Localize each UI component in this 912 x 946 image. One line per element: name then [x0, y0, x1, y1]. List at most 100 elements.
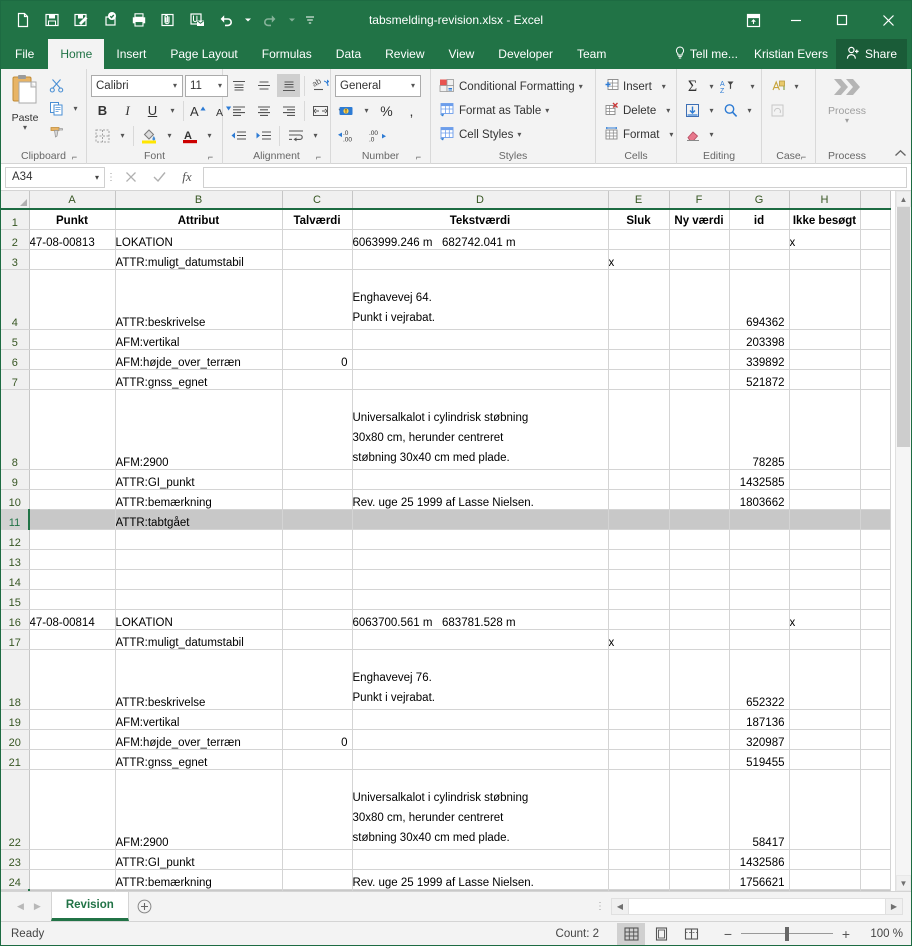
table-cell[interactable]: 58417: [729, 769, 790, 850]
prev-sheet-icon[interactable]: ◀: [17, 901, 24, 912]
table-cell[interactable]: [860, 569, 891, 590]
tell-me-box[interactable]: Tell me...: [666, 39, 746, 69]
process-button[interactable]: Process ▾: [820, 72, 874, 125]
table-cell[interactable]: [608, 349, 670, 370]
minimize-button[interactable]: [773, 1, 819, 39]
table-cell[interactable]: 0: [282, 349, 353, 370]
share-button[interactable]: Share: [835, 39, 907, 69]
table-cell[interactable]: [352, 889, 609, 891]
bottom-align-icon[interactable]: [277, 74, 300, 97]
format-cells-button[interactable]: Format ▾: [600, 123, 677, 146]
table-cell[interactable]: [669, 729, 730, 750]
table-cell[interactable]: [29, 849, 116, 870]
print-icon[interactable]: [125, 6, 153, 34]
row-header-24[interactable]: 24: [1, 869, 30, 890]
table-cell[interactable]: [282, 389, 353, 470]
table-cell[interactable]: Universalkalot i cylindrisk støbning 30x8…: [352, 769, 609, 850]
table-cell[interactable]: LOKATION: [115, 609, 283, 630]
table-cell[interactable]: [789, 709, 861, 730]
table-cell[interactable]: [282, 769, 353, 850]
grow-font-icon[interactable]: A: [188, 99, 211, 122]
table-cell[interactable]: ATTR:muligt_datumstabil: [115, 629, 283, 650]
table-cell[interactable]: 1432585: [729, 469, 790, 490]
table-cell[interactable]: [29, 889, 116, 891]
table-cell[interactable]: [29, 629, 116, 650]
table-cell[interactable]: [352, 549, 609, 570]
table-row[interactable]: 21 ATTR:gnss_egnet 519455: [1, 749, 891, 770]
wrap-text-icon[interactable]: [284, 124, 307, 147]
font-size-combo[interactable]: 11 ▾: [185, 74, 228, 97]
insert-function-icon[interactable]: fx: [173, 166, 201, 188]
table-row[interactable]: 5 AFM:vertikal 203398: [1, 329, 891, 350]
clear-dropdown-icon[interactable]: ▾: [705, 123, 718, 146]
table-cell[interactable]: [669, 229, 730, 250]
table-cell[interactable]: [789, 329, 861, 350]
delete-cells-button[interactable]: Delete ▾: [600, 99, 677, 122]
table-cell[interactable]: Universalkalot i cylindrisk støbning 30x8…: [352, 389, 609, 470]
table-cell[interactable]: [282, 329, 353, 350]
wrap-text-dropdown-icon[interactable]: ▾: [309, 124, 322, 147]
row-header-4[interactable]: 4: [1, 269, 30, 330]
name-box[interactable]: A34 ▾: [5, 166, 105, 188]
table-row[interactable]: 7 ATTR:gnss_egnet 521872: [1, 369, 891, 390]
table-cell[interactable]: [669, 469, 730, 490]
table-row[interactable]: 6 AFM:højde_over_terræn 0 339892: [1, 349, 891, 370]
column-header-d[interactable]: D: [352, 191, 609, 210]
table-cell[interactable]: [282, 489, 353, 510]
table-cell[interactable]: [860, 729, 891, 750]
table-cell[interactable]: [860, 489, 891, 510]
table-cell[interactable]: [29, 869, 116, 890]
table-cell[interactable]: [282, 269, 353, 330]
sheet-splitter-grip[interactable]: ⋮: [595, 901, 611, 912]
table-cell[interactable]: [282, 529, 353, 550]
table-cell[interactable]: x: [789, 609, 861, 630]
font-dialog-launcher[interactable]: ⌐: [205, 152, 216, 163]
format-painter-icon[interactable]: [45, 120, 68, 143]
table-row[interactable]: 2 47-08-00813 LOKATION 6063999.246 m 682742…: [1, 229, 891, 250]
row-header-14[interactable]: 14: [1, 569, 30, 590]
table-cell[interactable]: ATTR:gnss_egnet: [115, 369, 283, 390]
hscroll-track[interactable]: [628, 899, 886, 914]
table-cell[interactable]: 0: [282, 729, 353, 750]
table-cell[interactable]: [352, 749, 609, 770]
fill-color-dropdown-icon[interactable]: ▾: [163, 124, 176, 147]
table-cell[interactable]: [669, 589, 730, 610]
table-cell[interactable]: [29, 549, 116, 570]
table-row[interactable]: 25 ATTR:tabtgået: [1, 889, 891, 891]
table-cell[interactable]: [608, 649, 670, 710]
scroll-up-icon[interactable]: ▲: [896, 191, 911, 207]
borders-icon[interactable]: [91, 124, 114, 147]
table-cell[interactable]: 6063999.246 m 682742.041 m: [352, 229, 609, 250]
redo-icon[interactable]: [256, 6, 284, 34]
comma-format-button[interactable]: ,: [400, 99, 423, 122]
table-cell[interactable]: [29, 469, 116, 490]
autosum-icon[interactable]: Σ: [681, 75, 704, 98]
table-row[interactable]: 18 ATTR:beskrivelse Enghavevej 76. Punkt i …: [1, 649, 891, 710]
table-cell[interactable]: [29, 649, 116, 710]
worksheet-grid[interactable]: ABCDEFGH 1 Punkt Attribut Talværdi Tekstværd…: [1, 191, 895, 891]
table-row[interactable]: 3 ATTR:muligt_datumstabil x: [1, 249, 891, 270]
table-cell[interactable]: [282, 869, 353, 890]
formula-input[interactable]: [203, 166, 907, 188]
table-cell[interactable]: 78285: [729, 389, 790, 470]
header-cell[interactable]: [860, 209, 891, 230]
table-cell[interactable]: AFM:vertikal: [115, 329, 283, 350]
table-cell[interactable]: [608, 749, 670, 770]
table-cell[interactable]: ATTR:tabtgået: [115, 509, 283, 530]
table-cell[interactable]: 1803662: [729, 489, 790, 510]
table-row[interactable]: 15: [1, 589, 891, 610]
cancel-formula-icon[interactable]: [117, 166, 145, 188]
table-cell[interactable]: [352, 729, 609, 750]
table-row[interactable]: 22 AFM:2900 Universalkalot i cylindrisk st…: [1, 769, 891, 850]
format-as-table-button[interactable]: Format as Table ▾: [435, 99, 587, 122]
table-cell[interactable]: [608, 889, 670, 891]
underline-button[interactable]: U: [141, 99, 164, 122]
page-layout-view-icon[interactable]: [647, 923, 675, 945]
row-header-12[interactable]: 12: [1, 529, 30, 550]
table-cell[interactable]: [860, 589, 891, 610]
tab-team[interactable]: Team: [565, 39, 618, 69]
table-row[interactable]: 16 47-08-00814 LOKATION 6063700.561 m 68378…: [1, 609, 891, 630]
table-cell[interactable]: [352, 329, 609, 350]
header-cell[interactable]: Punkt: [29, 209, 116, 230]
table-row[interactable]: 8 AFM:2900 Universalkalot i cylindrisk stø…: [1, 389, 891, 470]
